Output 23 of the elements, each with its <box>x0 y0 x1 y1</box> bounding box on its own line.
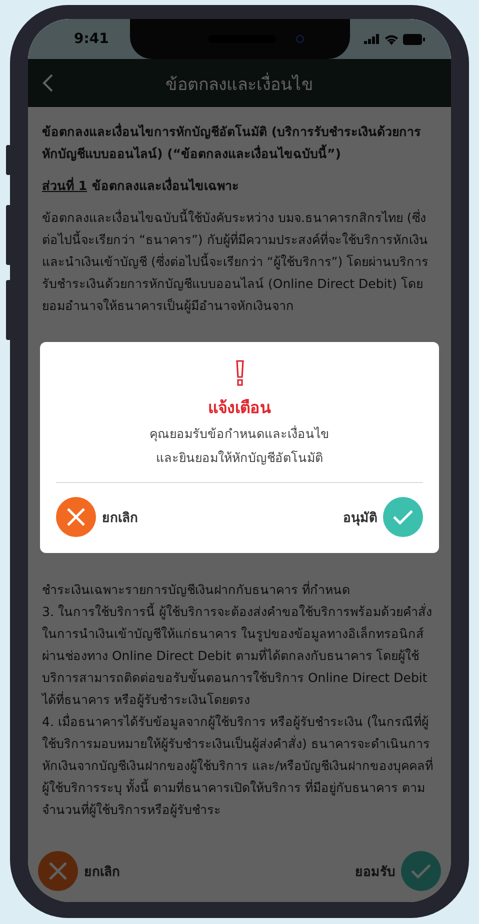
wifi-icon <box>384 34 399 44</box>
dialog-button[interactable]: ยกเลิก <box>56 497 138 537</box>
check-icon <box>383 497 423 537</box>
dialog-message: คุณยอมรับข้อกำหนดและเงื่อนไข <box>150 424 330 444</box>
dialog-button[interactable]: อนุมัติ <box>343 497 423 537</box>
signal-icon <box>364 34 380 44</box>
terms-intro: ข้อตกลงและเงื่อนไขการหักบัญชีอัตโนมัติ (บริการรับชำระเงินด้วยการหักบัญชีแบบออนไลน์) (“ข้อตกลงและเงื่อนไขฉบับนี้”) <box>42 122 422 163</box>
dialog-title: แจ้งเตือน <box>208 397 271 419</box>
header-title: ข้อตกลงและเงื่อนไข <box>164 72 314 96</box>
terms-paragraph: ชำระเงินเฉพาะรายการบัญชีเงินฝากกับธนาคาร ที่กำหนด <box>42 580 351 599</box>
cross-icon <box>56 497 96 537</box>
terms-paragraph: 3. ในการใช้บริการนี้ ผู้ใช้บริการจะต้องส่งคำขอใช้บริการพร้อมด้วยคำสั่งในการนำเงินเข้าบัญชีให้แก่ธนาคาร ในรูปของข้อมูลทางอิเล็กทรอนิกส์ ผ่านช่องทาง Online Direct Debit ตามที่ได้ตกลงกับธนาคาร โดยผู้ใช้บริการสามารถติดต่อขอรับขั้นตอนการใช้บริการ Online Direct Debit ได้ที่ธนาคาร หรือผู้รับชำระเงินโดยตรง <box>42 602 433 710</box>
cross-icon <box>38 851 78 891</box>
section-label: ส่วนที่ 1 <box>42 178 88 193</box>
battery-icon <box>403 34 425 44</box>
section-title: ข้อตกลงและเงื่อนไขเฉพาะ <box>92 178 240 193</box>
check-icon <box>401 851 441 891</box>
back-icon[interactable] <box>42 73 54 93</box>
exclamation-icon <box>234 360 244 386</box>
dialog-message: และยินยอมให้หักบัญชีอัตโนมัติ <box>156 449 323 467</box>
status-time: 9:41 <box>74 31 109 47</box>
terms-paragraph: 4. เมื่อธนาคารได้รับข้อมูลจากผู้ใช้บริการ หรือผู้รับชำระเงิน (ในกรณีที่ผู้ใช้บริการมอบหมายให้ผู้รับชำระเงินเป็นผู้ส่งคำสั่ง) ธนาคารจะดำเนินการหักเงินจากบัญชีเงินฝากของผู้ใช้บริการ และ/หรือบัญชีเงินฝากของบุคคลที่ผู้ใช้บริการระบุ ทั้งนี้ ตามที่ธนาคารเปิดให้บริการ ที่มีอยู่กับธนาคาร ตามจำนวนที่ผู้ใช้บริการหรือผู้รับชำระ <box>42 712 434 820</box>
terms-paragraph: ข้อตกลงและเงื่อนไขฉบับนี้ใช้บังคับระหว่าง บมจ.ธนาคารกสิกรไทย (ซึ่งต่อไปนี้จะเรียกว่า “ธนาคาร”) กับผู้ที่มีความประสงค์ที่จะใช้บริการหักเงิน และนำเงินเข้าบัญชี (ซึ่งต่อไปนี้จะเรียกว่า “ผู้ใช้บริการ”) โดยผ่านบริการรับชำระเงินด้วยการหักบัญชีแบบออนไลน์ (Online Direct Debit) โดยยอมอำนาจให้ธนาคารเป็นผู้มีอำนาจหักเงินจาก <box>42 208 430 316</box>
